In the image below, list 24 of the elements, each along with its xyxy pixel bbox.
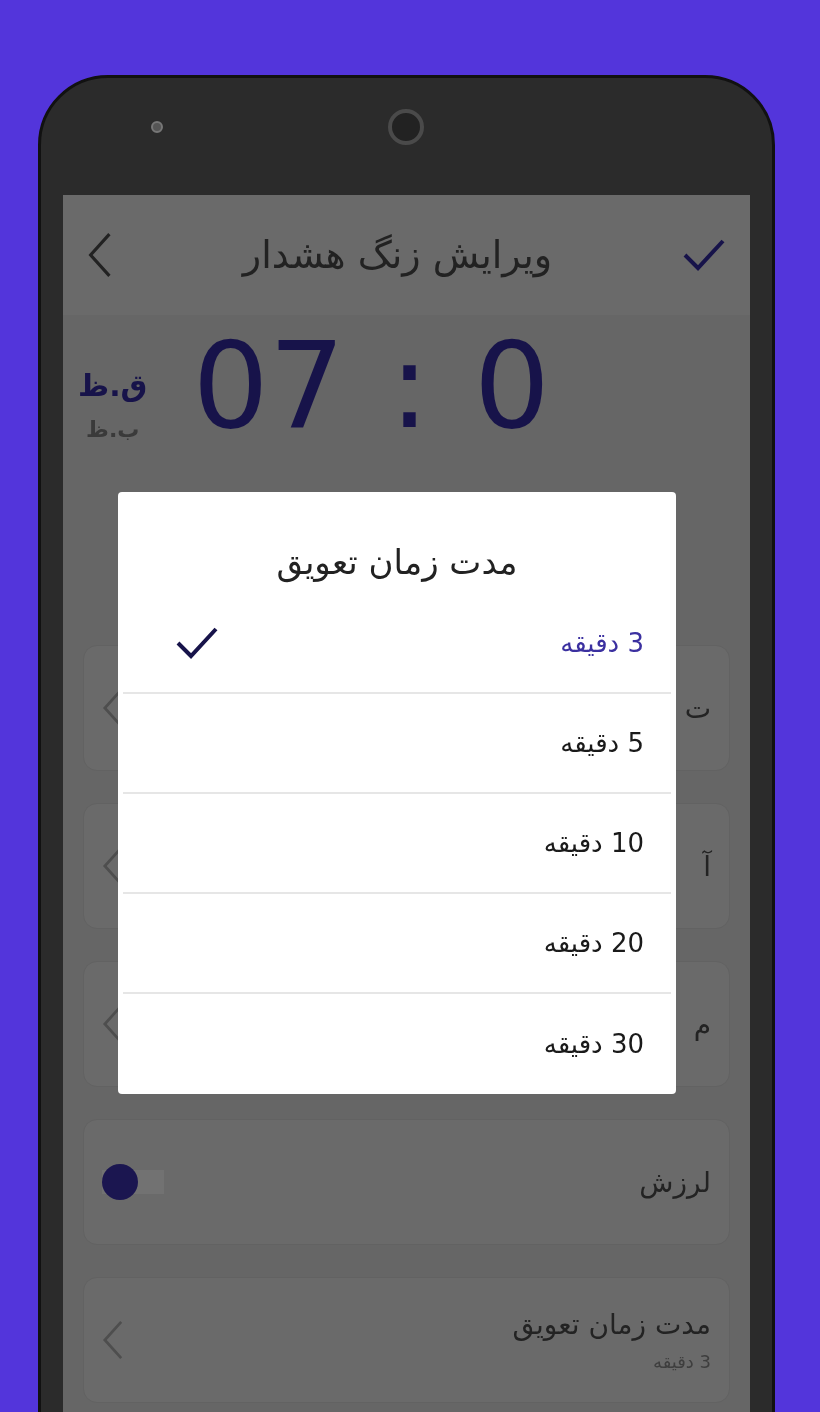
confirm-check-icon[interactable] bbox=[682, 238, 726, 272]
setting-title: مدت زمان تعویق bbox=[512, 1308, 711, 1341]
option-label: 5 دقیقه bbox=[560, 728, 644, 758]
camera-icon bbox=[388, 108, 424, 145]
snooze-option[interactable]: 20 دقیقه bbox=[123, 894, 671, 994]
snooze-option[interactable]: 3 دقیقه bbox=[123, 594, 671, 694]
option-label: 30 دقیقه bbox=[543, 1029, 644, 1059]
setting-title: م bbox=[693, 1007, 711, 1041]
snooze-option[interactable]: 30 دقیقه bbox=[123, 994, 671, 1094]
setting-title: لرزش bbox=[639, 1165, 711, 1199]
snooze-option[interactable]: 5 دقیقه bbox=[123, 694, 671, 794]
time-digits: : bbox=[389, 315, 430, 455]
snooze-option[interactable]: 10 دقیقه bbox=[123, 794, 671, 894]
setting-title: آ bbox=[703, 849, 711, 883]
time-digits: 07 bbox=[192, 315, 346, 455]
time-digits: 0 bbox=[473, 315, 550, 455]
dialog-title: مدت زمان تعویق bbox=[275, 542, 519, 582]
option-label: 20 دقیقه bbox=[543, 928, 644, 958]
back-icon[interactable] bbox=[87, 232, 113, 278]
screen-title: ویرایش زنگ هشدار bbox=[242, 233, 553, 277]
option-label: 10 دقیقه bbox=[543, 828, 644, 858]
setting-title: ت bbox=[684, 691, 711, 725]
option-label: 3 دقیقه bbox=[560, 628, 644, 658]
speaker-icon bbox=[151, 120, 163, 133]
